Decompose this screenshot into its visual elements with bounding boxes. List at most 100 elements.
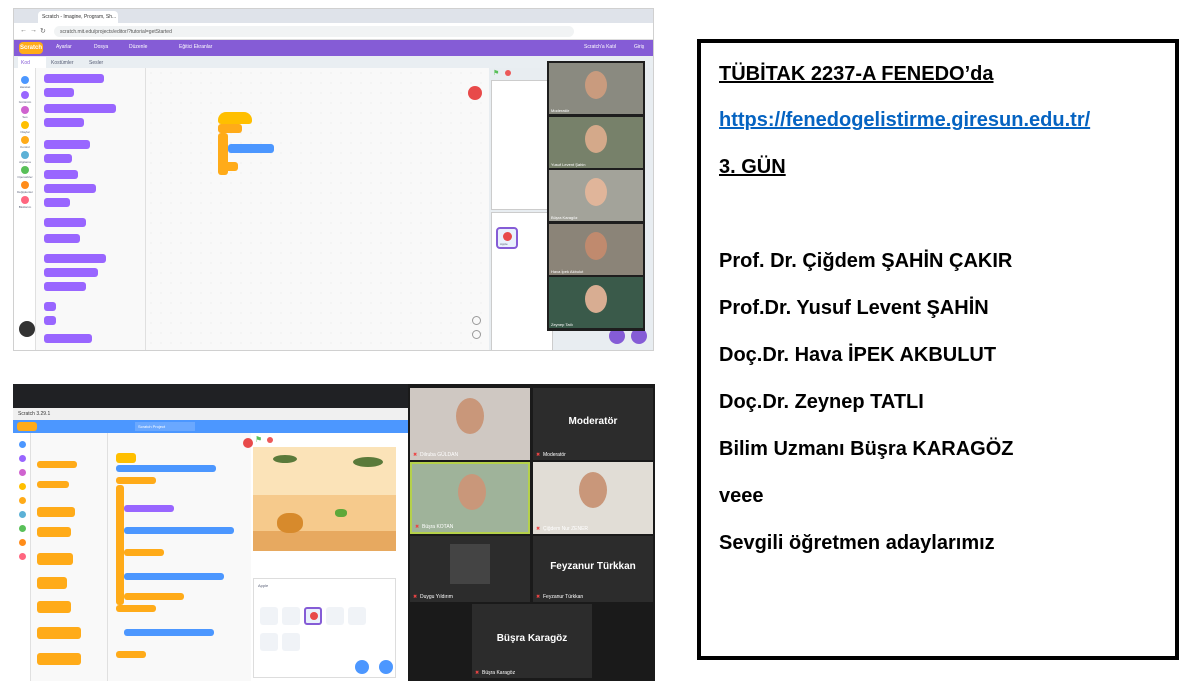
category-4-icon[interactable] bbox=[18, 497, 26, 504]
scratch-logo-2[interactable] bbox=[17, 422, 37, 431]
url-input[interactable]: scratch.mit.edu/projects/editor/?tutoria… bbox=[54, 26, 574, 37]
category-label: Ses bbox=[22, 115, 28, 119]
muted-mic-icon: ✖ bbox=[475, 670, 480, 676]
tab-sounds[interactable]: Sesler bbox=[86, 57, 114, 68]
scratch-menu-bar-2: Scratch Project bbox=[13, 420, 408, 433]
sprite-thumb-2[interactable] bbox=[282, 607, 300, 625]
participant-video[interactable]: Zeynep Tatlı bbox=[549, 277, 643, 328]
zoom-participant-tile[interactable]: ✖ Duygu Yıldırım bbox=[410, 536, 530, 602]
category-2-icon[interactable] bbox=[18, 469, 26, 476]
sprite-name: Apple bbox=[500, 242, 508, 246]
zoom-participant-tile[interactable]: ✖ Çiğdem Nur ZENER bbox=[533, 462, 653, 534]
muted-mic-icon: ✖ bbox=[536, 594, 541, 600]
zoom-in-icon[interactable] bbox=[472, 316, 481, 325]
participant-face bbox=[458, 474, 486, 510]
category-label: Kontrol bbox=[20, 145, 30, 149]
participant-face bbox=[585, 71, 607, 99]
menu-edit[interactable]: Düzenle bbox=[129, 44, 147, 50]
category-8-icon[interactable] bbox=[18, 553, 26, 560]
info-url-link[interactable]: https://fenedogelistirme.giresun.edu.tr/ bbox=[719, 109, 1090, 132]
project-title-input[interactable]: Scratch Project bbox=[135, 422, 195, 431]
block-palette bbox=[36, 68, 146, 350]
stop-icon[interactable] bbox=[505, 70, 511, 76]
participant-video[interactable]: Yusuf Levent Şahin bbox=[549, 116, 643, 168]
zoom-participant-name: Feyzanur Türkkan bbox=[543, 594, 584, 600]
participant-video[interactable]: Moderatör bbox=[549, 63, 643, 114]
info-box: TÜBİTAK 2237-A FENEDO’da https://fenedog… bbox=[697, 39, 1179, 660]
category-0-icon[interactable] bbox=[21, 76, 29, 84]
participant-face bbox=[585, 178, 607, 206]
apple-icon bbox=[503, 232, 512, 241]
stage[interactable] bbox=[491, 80, 551, 210]
category-2-icon[interactable] bbox=[21, 106, 29, 114]
sign-in-link[interactable]: Giriş bbox=[634, 44, 644, 50]
browser-tab[interactable]: Scratch - Imagine, Program, Sh... bbox=[38, 11, 118, 23]
menu-settings[interactable]: Ayarlar bbox=[56, 44, 72, 50]
zoom-participant-tile[interactable]: ✖ Dilruba GÜLDAN bbox=[410, 388, 530, 460]
scratch-logo[interactable]: Scratch bbox=[19, 42, 43, 54]
top-screenshot: Scratch - Imagine, Program, Sh... ← → ↻ … bbox=[13, 8, 654, 351]
join-scratch-link[interactable]: Scratch'a Katıl bbox=[584, 44, 616, 50]
category-8-icon[interactable] bbox=[21, 196, 29, 204]
sprite-thumb-5[interactable] bbox=[348, 607, 366, 625]
category-4-icon[interactable] bbox=[21, 136, 29, 144]
category-6-icon[interactable] bbox=[21, 166, 29, 174]
green-flag-icon-2[interactable]: ⚑ bbox=[255, 435, 262, 444]
tab-code[interactable]: Kod bbox=[18, 57, 46, 68]
avatar-image bbox=[450, 544, 490, 584]
sprite-thumb-7[interactable] bbox=[282, 633, 300, 651]
category-5-icon[interactable] bbox=[21, 151, 29, 159]
forward-icon[interactable]: → bbox=[30, 27, 37, 34]
zoom-participant-name: Duygu Yıldırım bbox=[420, 594, 453, 600]
participant-name: Büşra Karagöz bbox=[551, 215, 578, 220]
sprite-thumb-apple[interactable] bbox=[304, 607, 322, 625]
category-7-icon[interactable] bbox=[18, 539, 26, 546]
person-4: Doç.Dr. Zeynep TATLI bbox=[719, 391, 924, 413]
add-backdrop-icon-2[interactable] bbox=[379, 660, 393, 674]
category-6-icon[interactable] bbox=[18, 525, 26, 532]
extension-icon[interactable] bbox=[19, 321, 35, 337]
category-7-icon[interactable] bbox=[21, 181, 29, 189]
sprite-field-label: Apple bbox=[258, 583, 269, 588]
category-list-2 bbox=[13, 433, 31, 681]
sprite-pane: Apple bbox=[491, 212, 553, 350]
category-1-icon[interactable] bbox=[18, 455, 26, 462]
reload-icon[interactable]: ↻ bbox=[40, 27, 46, 35]
apple-icon-2 bbox=[310, 612, 318, 620]
category-3-icon[interactable] bbox=[18, 483, 26, 490]
category-label: Operatörler bbox=[17, 175, 33, 179]
zoom-participant-tile[interactable]: Büşra Karagöz ✖ Büşra Karagöz bbox=[472, 604, 592, 678]
zoom-participant-tile[interactable]: ✖ Büşra KOTAN bbox=[410, 462, 530, 534]
participant-video[interactable]: Büşra Karagöz bbox=[549, 170, 643, 221]
add-sprite-icon-2[interactable] bbox=[355, 660, 369, 674]
stage-controls: ⚑ bbox=[253, 433, 396, 447]
code-workspace[interactable] bbox=[146, 68, 489, 350]
zoom-out-icon[interactable] bbox=[472, 330, 481, 339]
sprite-thumb-lion[interactable] bbox=[260, 607, 278, 625]
tree-icon bbox=[353, 457, 383, 467]
green-flag-icon[interactable]: ⚑ bbox=[493, 69, 499, 77]
category-1-icon[interactable] bbox=[21, 91, 29, 99]
stage-2[interactable] bbox=[253, 447, 396, 551]
muted-mic-icon: ✖ bbox=[413, 452, 418, 458]
menu-tutorials[interactable]: Eğitici Ekranlar bbox=[179, 44, 212, 50]
sprite-thumb[interactable]: Apple bbox=[496, 227, 518, 249]
category-3-icon[interactable] bbox=[21, 121, 29, 129]
zoom-big-name: Büşra Karagöz bbox=[496, 633, 568, 644]
tab-costumes[interactable]: Kostümler bbox=[48, 57, 84, 68]
code-workspace-2[interactable] bbox=[108, 433, 251, 681]
back-icon[interactable]: ← bbox=[20, 27, 27, 34]
menu-file[interactable]: Dosya bbox=[94, 44, 108, 50]
sprite-thumb-6[interactable] bbox=[260, 633, 278, 651]
participant-face bbox=[456, 398, 484, 434]
sprite-thumb-4[interactable] bbox=[326, 607, 344, 625]
category-label: Hareket bbox=[19, 85, 31, 89]
participant-video[interactable]: Hava İpek Akbulut bbox=[549, 223, 643, 275]
zoom-participant-tile[interactable]: Moderatör ✖ Moderatör bbox=[533, 388, 653, 460]
zoom-participant-tile[interactable]: Feyzanur Türkkan ✖ Feyzanur Türkkan bbox=[533, 536, 653, 602]
zoom-participant-name: Büşra Karagöz bbox=[482, 670, 516, 676]
stop-icon-2[interactable] bbox=[267, 437, 273, 443]
category-label: Olaylar bbox=[20, 130, 30, 134]
category-0-icon[interactable] bbox=[18, 441, 26, 448]
category-5-icon[interactable] bbox=[18, 511, 26, 518]
